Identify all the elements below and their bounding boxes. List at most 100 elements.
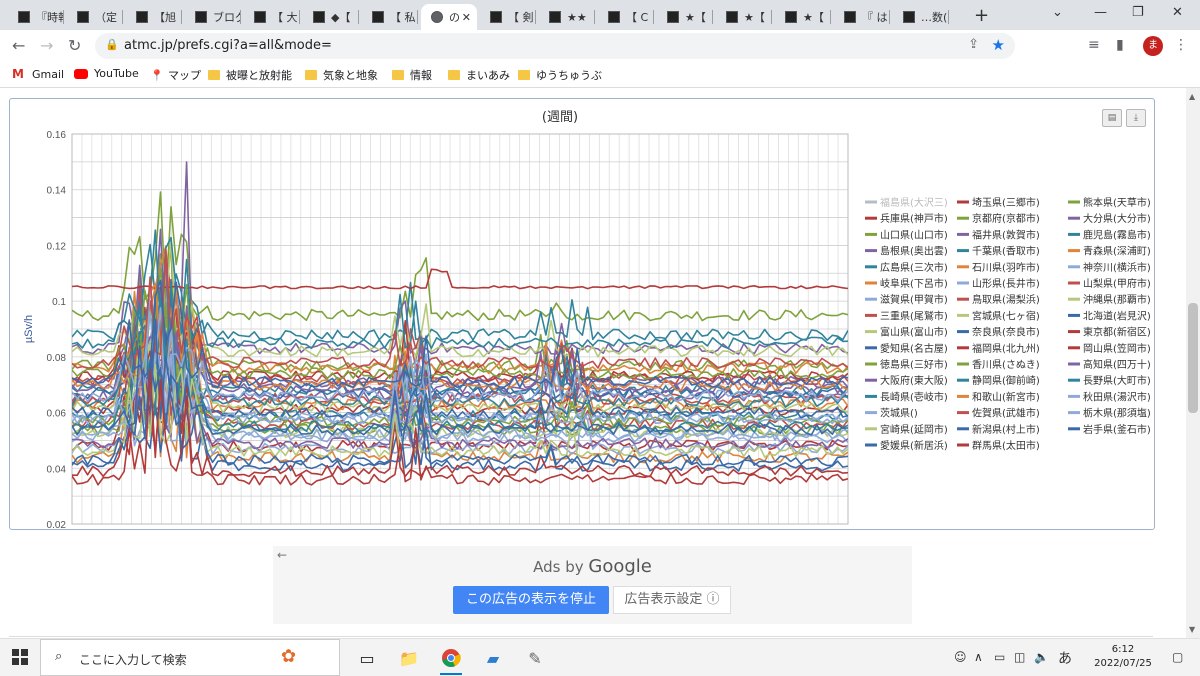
legend-entry[interactable]: 和歌山(新宮市): [972, 390, 1040, 403]
bookmark-item[interactable]: 📍 マップ: [150, 67, 201, 83]
address-bar[interactable]: 🔒 atmc.jp/prefs.cgi?a=all&mode= ⇪ ★: [95, 33, 1015, 59]
search-highlight-icon[interactable]: ✿: [281, 646, 296, 667]
bookmark-item[interactable]: M Gmail: [12, 67, 64, 81]
browser-tab[interactable]: 『 は: [834, 4, 890, 30]
legend-entry[interactable]: 福島県(大沢三): [880, 196, 948, 209]
browser-tab[interactable]: ブログ: [185, 4, 241, 30]
browser-tab[interactable]: 【 大: [244, 4, 300, 30]
legend-entry[interactable]: 富山県(富山市): [880, 326, 948, 339]
legend-entry[interactable]: 徳島県(三好市): [880, 358, 948, 371]
legend-entry[interactable]: 大阪府(東大阪): [880, 374, 948, 387]
notepad-app-icon[interactable]: ▰: [478, 644, 508, 672]
back-arrow-icon[interactable]: ←: [12, 36, 25, 55]
legend-entry[interactable]: 宮崎県(延岡市): [880, 423, 948, 436]
browser-tab[interactable]: …数(: [893, 4, 949, 30]
legend-entry[interactable]: 高知県(四万十): [1083, 358, 1151, 371]
ad-settings-button[interactable]: 広告表示設定 ⓘ: [613, 586, 731, 614]
browser-tab[interactable]: 【 剣: [480, 4, 536, 30]
scroll-up-arrow[interactable]: ▲: [1189, 92, 1195, 101]
windows-start-icon[interactable]: [12, 649, 28, 665]
legend-entry[interactable]: 熊本県(天草市): [1083, 196, 1151, 209]
legend-entry[interactable]: 埼玉県(三郷市): [972, 196, 1040, 209]
pen-app-icon[interactable]: ✎: [520, 644, 550, 672]
task-view-icon[interactable]: ▭: [352, 644, 382, 672]
scroll-thumb[interactable]: [1188, 303, 1198, 413]
browser-tab[interactable]: （定: [67, 4, 123, 30]
legend-entry[interactable]: 石川県(羽咋市): [972, 261, 1040, 274]
taskbar-search-box[interactable]: ⌕ ここに入力して検索 ✿: [40, 639, 340, 676]
reading-list-icon[interactable]: ≡: [1088, 37, 1100, 53]
system-clock[interactable]: 6:12 2022/07/25: [1090, 643, 1156, 671]
legend-entry[interactable]: 岐阜県(下呂市): [880, 277, 948, 290]
legend-entry[interactable]: 大分県(大分市): [1083, 212, 1151, 225]
legend-entry[interactable]: 岩手県(釜石市): [1083, 423, 1151, 436]
bookmark-star-icon[interactable]: ★: [992, 36, 1005, 54]
bookmark-item[interactable]: YouTube: [74, 67, 139, 80]
page-scrollbar[interactable]: ▲ ▼: [1186, 88, 1200, 638]
profile-avatar[interactable]: ま: [1143, 36, 1163, 56]
legend-entry[interactable]: 宮城県(七ヶ宿): [972, 309, 1040, 322]
legend-entry[interactable]: 島根県(奥出雲): [880, 245, 948, 258]
file-explorer-icon[interactable]: 📁: [394, 644, 424, 672]
bookmark-item[interactable]: 情報: [392, 67, 432, 83]
browser-tab[interactable]: ★【: [775, 4, 831, 30]
bookmark-item[interactable]: まいあみ: [448, 67, 510, 83]
legend-entry[interactable]: 三重県(尾鷲市): [880, 309, 948, 322]
browser-tab[interactable]: 【 私: [362, 4, 418, 30]
legend-entry[interactable]: 山形県(長井市): [972, 277, 1040, 290]
lock-icon[interactable]: 🔒: [105, 38, 119, 51]
browser-tab[interactable]: 『時報: [8, 4, 64, 30]
legend-entry[interactable]: 千葉県(香取市): [972, 245, 1040, 258]
scroll-down-arrow[interactable]: ▼: [1189, 625, 1195, 634]
legend-entry[interactable]: 京都府(京都市): [972, 212, 1040, 225]
menu-kebab-icon[interactable]: ⋮: [1174, 37, 1188, 53]
share-icon[interactable]: ⇪: [968, 37, 979, 52]
legend-entry[interactable]: 新潟県(村上市): [972, 423, 1040, 436]
window-minimize-button[interactable]: —: [1094, 5, 1107, 20]
browser-tab[interactable]: ★【: [716, 4, 772, 30]
legend-entry[interactable]: 愛知県(名古屋): [880, 342, 948, 355]
bookmark-item[interactable]: 気象と地象: [305, 67, 378, 83]
volume-icon[interactable]: 🔈: [1034, 650, 1049, 664]
browser-tab[interactable]: ◆【: [303, 4, 359, 30]
tray-expand-icon[interactable]: ∧: [974, 650, 983, 664]
legend-entry[interactable]: 鳥取県(湯梨浜): [972, 293, 1040, 306]
chrome-icon[interactable]: [436, 644, 466, 675]
legend-entry[interactable]: 山口県(山口市): [880, 228, 948, 241]
download-icon[interactable]: ⤓: [1126, 109, 1146, 127]
bookmark-item[interactable]: ゆうちゅうぶ: [518, 67, 602, 83]
legend-entry[interactable]: 奈良県(奈良市): [972, 326, 1040, 339]
legend-entry[interactable]: 長崎県(壱岐市): [880, 390, 948, 403]
reload-icon[interactable]: ↻: [68, 36, 81, 55]
legend-entry[interactable]: 秋田県(湯沢市): [1083, 390, 1151, 403]
stop-ad-button[interactable]: この広告の表示を停止: [453, 586, 609, 614]
print-icon[interactable]: ▤: [1102, 109, 1122, 127]
legend-entry[interactable]: 鹿児島(霧島市): [1083, 228, 1151, 241]
tab-close-icon[interactable]: ✕: [462, 11, 471, 24]
side-panel-icon[interactable]: ▮: [1116, 37, 1124, 53]
ime-indicator[interactable]: あ: [1058, 648, 1072, 668]
window-close-button[interactable]: ✕: [1172, 5, 1183, 20]
window-restore-button[interactable]: ❐: [1132, 5, 1144, 20]
people-icon[interactable]: ☺: [954, 650, 967, 664]
notification-icon[interactable]: ▢: [1172, 650, 1183, 664]
legend-entry[interactable]: 神奈川(横浜市): [1083, 261, 1151, 274]
legend-entry[interactable]: 山梨県(甲府市): [1083, 277, 1151, 290]
legend-entry[interactable]: 長野県(大町市): [1083, 374, 1151, 387]
legend-entry[interactable]: 福井県(敦賀市): [972, 228, 1040, 241]
legend-entry[interactable]: 岡山県(笠岡市): [1083, 342, 1151, 355]
legend-entry[interactable]: 茨城県(): [880, 407, 918, 420]
legend-entry[interactable]: 北海道(岩見沢): [1083, 309, 1151, 322]
legend-entry[interactable]: 香川県(さぬき): [972, 359, 1040, 371]
legend-entry[interactable]: 福岡県(北九州): [972, 342, 1040, 355]
browser-tab[interactable]: 【 C: [598, 4, 654, 30]
browser-tab[interactable]: ★★: [539, 4, 595, 30]
legend-entry[interactable]: 静岡県(御前崎): [972, 374, 1040, 387]
battery-icon[interactable]: ▭: [994, 650, 1005, 664]
new-tab-button[interactable]: +: [974, 5, 989, 26]
forward-arrow-icon[interactable]: →: [40, 36, 53, 55]
minimize-icon[interactable]: ⌄: [1052, 5, 1063, 20]
legend-entry[interactable]: 佐賀県(武雄市): [972, 407, 1040, 420]
legend-entry[interactable]: 愛媛県(新居浜): [880, 439, 948, 452]
browser-tab[interactable]: の ✕: [421, 4, 477, 30]
